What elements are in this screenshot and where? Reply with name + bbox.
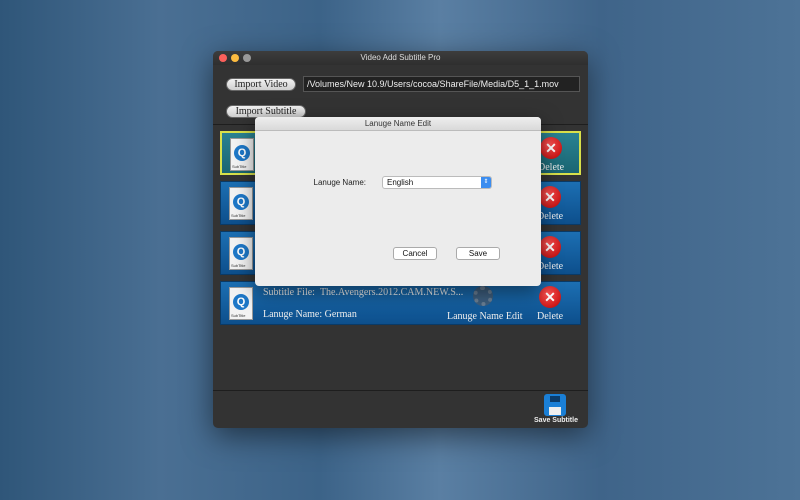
subtitle-file-icon: Q SubTitle [230,138,254,171]
delete-icon[interactable]: ✕ [539,286,561,308]
cancel-button[interactable]: Cancel [393,247,437,260]
title-bar: Video Add Subtitle Pro [213,51,588,65]
zoom-button[interactable] [243,54,251,62]
subtitle-file-label: Subtitle File: The.Avengers.2012.CAM.NEW… [263,287,464,298]
language-name-edit-dialog: Lanuge Name Edit Lanuge Name: English ⇕ … [255,117,541,286]
subtitle-file-icon: Q SubTitle [229,287,253,320]
save-button[interactable]: Save [456,247,500,260]
language-name: Lanuge Name: German [263,309,357,320]
save-subtitle-button[interactable] [544,394,566,416]
window-title: Video Add Subtitle Pro [360,53,441,62]
close-button[interactable] [219,54,227,62]
video-path-field[interactable]: /Volumes/New 10.9/Users/cocoa/ShareFile/… [303,76,580,92]
language-select-value: English [387,178,414,187]
delete-icon[interactable]: ✕ [539,236,561,258]
minimize-button[interactable] [231,54,239,62]
dialog-title: Lanuge Name Edit [255,117,541,131]
delete-button[interactable]: Delete [537,311,563,322]
delete-icon[interactable]: ✕ [539,186,561,208]
subtitle-file-icon: Q SubTitle [229,237,253,270]
language-name-edit-button[interactable]: Lanuge Name Edit [447,311,523,322]
floppy-disk-icon [550,396,560,402]
import-video-button[interactable]: Import Video [226,78,296,91]
subtitle-file-icon: Q SubTitle [229,187,253,220]
chevron-updown-icon: ⇕ [481,177,491,188]
subtitle-row[interactable]: Q SubTitle Subtitle File: The.Avengers.20… [220,281,581,325]
delete-button[interactable]: Delete [538,162,564,173]
delete-icon[interactable]: ✕ [540,137,562,159]
save-subtitle-label[interactable]: Save Subtitle [531,417,581,424]
language-select[interactable]: English ⇕ [382,176,492,189]
language-name-label: Lanuge Name: [313,178,366,187]
gear-icon[interactable] [473,286,493,306]
divider [213,390,588,391]
